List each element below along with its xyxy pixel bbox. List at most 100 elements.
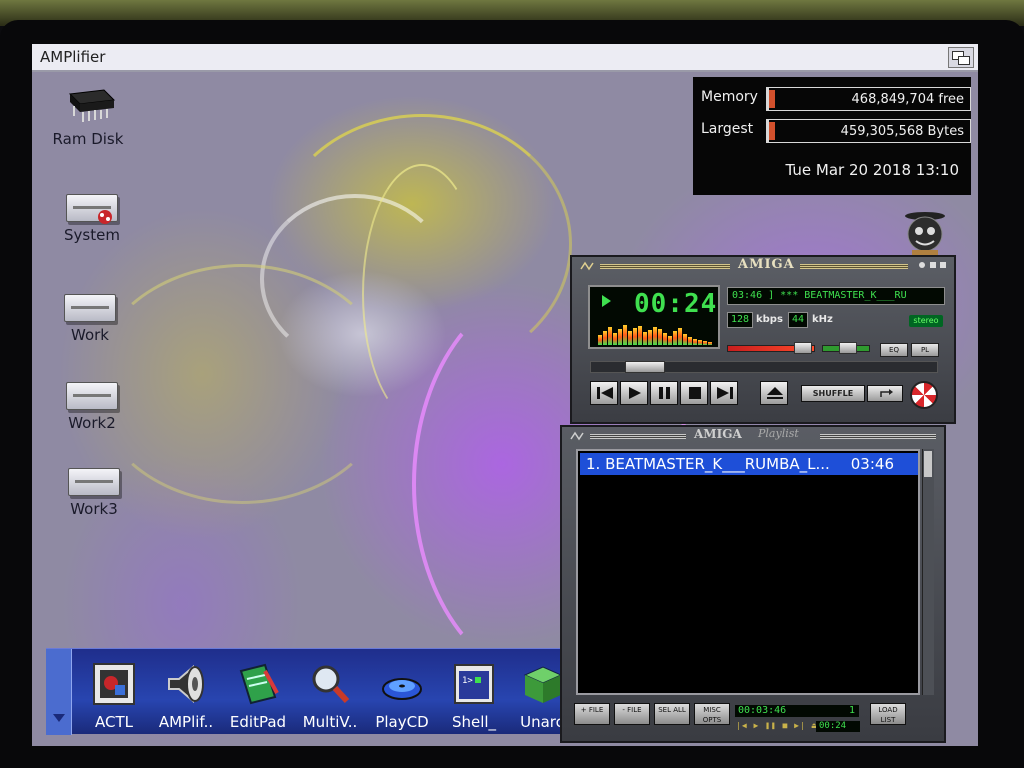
memory-value: 468,849,704 free [851, 92, 964, 107]
player-title-bar[interactable]: AMIGA [578, 257, 950, 272]
memory-row: Memory 468,849,704 free [701, 83, 971, 111]
desktop-icon-ram-disk[interactable]: Ram Disk [38, 86, 138, 148]
dock-item-actl[interactable]: ACTL [78, 659, 150, 731]
memory-info-panel: Memory 468,849,704 free Largest 459,305,… [693, 77, 971, 195]
wallpaper-swirl [260, 194, 450, 364]
window-title: AMPlifier [40, 48, 106, 66]
pl-button[interactable]: PL [911, 343, 939, 357]
shuffle-button[interactable]: SHUFFLE [801, 385, 865, 402]
spectrum-bar [698, 340, 702, 345]
play-state-icon [602, 295, 611, 307]
play-button[interactable] [620, 381, 648, 405]
spectrum-bar [638, 326, 642, 345]
track-info-display[interactable]: 03:46 ] *** BEATMASTER_K___RU [727, 287, 945, 305]
ram-chip-icon [60, 86, 116, 126]
stop-icon [689, 387, 701, 399]
boing-ball-icon[interactable] [910, 381, 938, 409]
clock-datetime: Tue Mar 20 2018 13:10 [785, 161, 959, 179]
spectrum-bar [623, 325, 627, 345]
repeat-button[interactable] [867, 385, 903, 402]
dock-item-editpad[interactable]: EditPad [222, 659, 294, 731]
memory-label: Memory [701, 89, 758, 105]
volume-slider[interactable] [727, 342, 815, 354]
misc-options-button[interactable]: MISC OPTS [694, 703, 730, 725]
stop-button[interactable] [680, 381, 708, 405]
spectrum-bar [668, 336, 672, 345]
window-title-bar[interactable]: AMPlifier [32, 44, 978, 72]
playlist-scrollbar[interactable] [922, 449, 934, 695]
dock-handle[interactable] [46, 649, 72, 735]
largest-bar: 459,305,568 Bytes [766, 119, 971, 143]
spectrum-bar [708, 342, 712, 345]
dock-item-multiview[interactable]: MultiV.. [294, 659, 366, 731]
memory-bar-fill [769, 90, 775, 108]
pause-button[interactable] [650, 381, 678, 405]
volume-knob[interactable] [794, 342, 812, 354]
drive-icon [66, 382, 118, 410]
svg-text:1>: 1> [462, 676, 473, 686]
add-file-button[interactable]: + FILE [574, 703, 610, 725]
speaker-icon [150, 659, 222, 709]
playlist-list[interactable]: 1. BEATMASTER_K___RUMBA_L... 03:46 [576, 449, 920, 695]
largest-value: 459,305,568 Bytes [840, 124, 964, 139]
seek-knob[interactable] [625, 361, 665, 373]
dock-item-label: Shell_ [451, 713, 497, 731]
depth-gadget-icon[interactable] [948, 47, 974, 68]
desktop-icon-label: Ram Disk [52, 130, 124, 148]
select-all-button[interactable]: SEL ALL [654, 703, 690, 725]
spectrum-bar [683, 334, 687, 345]
playlist-count: 1 [848, 705, 855, 716]
spectrum-bar [678, 328, 682, 345]
memory-bar: 468,849,704 free [766, 87, 971, 111]
track-title: 1. BEATMASTER_K___RUMBA_L... [586, 455, 830, 473]
amplifier-player: AMIGA 00:24 03:46 ] *** BEATMASTER_K___R… [570, 255, 956, 424]
desktop-icon-label: Work2 [68, 414, 116, 432]
cd-icon [366, 659, 438, 709]
player-logo: AMIGA [738, 257, 795, 272]
spectrum-bar [688, 337, 692, 345]
playlist-track-row[interactable]: 1. BEATMASTER_K___RUMBA_L... 03:46 [580, 453, 918, 475]
balance-slider[interactable] [822, 342, 870, 354]
next-icon [717, 387, 733, 399]
desktop-icon-work3[interactable]: Work3 [44, 468, 144, 518]
dock-item-shell[interactable]: 1> Shell_ [438, 659, 510, 731]
playlist-menu-icon[interactable] [570, 431, 584, 441]
dock-item-label: PlayCD [375, 713, 429, 731]
balance-knob[interactable] [839, 342, 857, 354]
window-gadgets-icon[interactable] [916, 260, 950, 271]
mini-transport-controls[interactable]: |◀ ▶ ❚❚ ■ ▶| ⏏ [736, 721, 817, 730]
dock-item-amplifier[interactable]: AMPlif.. [150, 659, 222, 731]
next-button[interactable] [710, 381, 738, 405]
dock-item-label: EditPad [229, 713, 287, 731]
playlist-total-time: 00:03:46 1 [735, 705, 859, 717]
wallpaper-swirl [362, 164, 482, 424]
drive-icon [66, 194, 118, 224]
spectrum-bar [643, 332, 647, 345]
largest-bar-fill [769, 122, 775, 140]
desktop-icon-system[interactable]: System [42, 194, 142, 244]
samplerate-display: 44 [788, 312, 808, 328]
eq-button[interactable]: EQ [880, 343, 908, 357]
previous-button[interactable] [590, 381, 618, 405]
spectrum-bar [653, 327, 657, 345]
dock-bar: ACTL AMPlif.. EditPad MultiV.. PlayCD 1>… [46, 648, 566, 735]
spectrum-bar [693, 339, 697, 345]
load-list-button[interactable]: LOAD LIST [870, 703, 906, 725]
desktop-icon-work[interactable]: Work [40, 294, 140, 344]
spectrum-bar [633, 328, 637, 345]
spectrum-bar [603, 331, 607, 345]
remove-file-button[interactable]: - FILE [614, 703, 650, 725]
playlist-title-bar[interactable]: AMIGA Playlist [568, 427, 940, 442]
eject-button[interactable] [760, 381, 788, 405]
scrollbar-thumb[interactable] [924, 451, 932, 477]
seek-bar[interactable] [590, 361, 938, 373]
spectrum-bar [658, 329, 662, 345]
player-menu-icon[interactable] [580, 261, 594, 271]
desktop-icon-work2[interactable]: Work2 [42, 382, 142, 432]
face-icon[interactable] [902, 210, 948, 260]
track-duration: 03:46 [850, 455, 894, 473]
largest-row: Largest 459,305,568 Bytes [701, 115, 971, 143]
dock-item-playcd[interactable]: PlayCD [366, 659, 438, 731]
spectrum-visualizer [598, 323, 716, 345]
desktop-icon-label: System [64, 226, 120, 244]
